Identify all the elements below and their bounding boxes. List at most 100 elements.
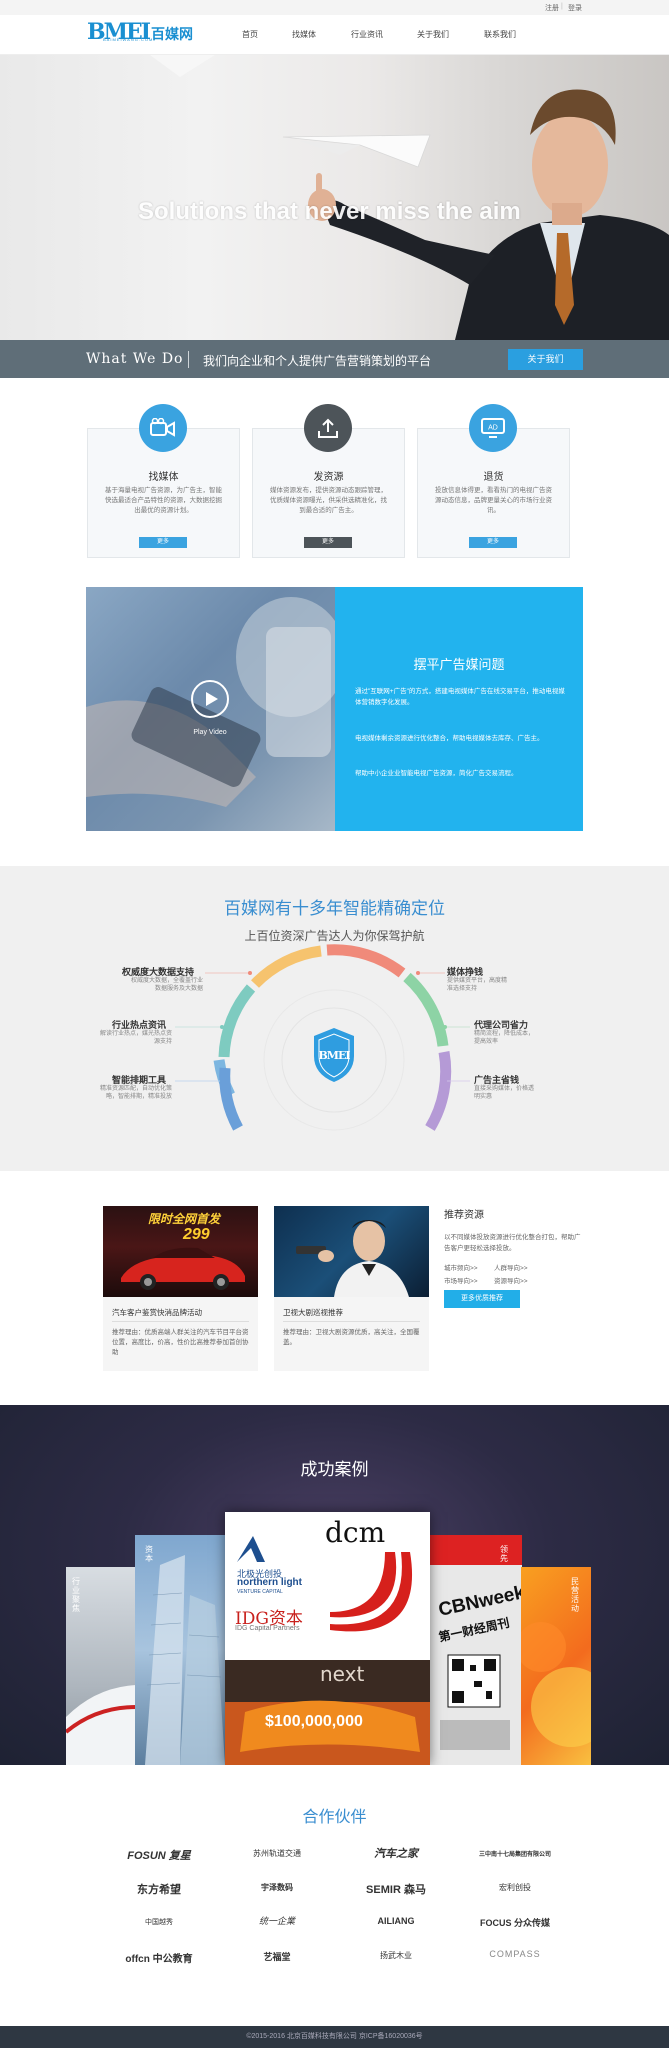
feature-desc-agency: 精简流程，降低成本，提高效率: [474, 1031, 535, 1045]
case-panel-buildings[interactable]: 资本: [135, 1535, 225, 1765]
partner-logo[interactable]: COMPASS: [455, 1949, 575, 1959]
positioning-ring-graphic: [175, 944, 470, 1131]
case-label: 民营活动: [571, 1577, 579, 1613]
register-link[interactable]: 注册: [545, 3, 559, 13]
partner-logo[interactable]: FOSUN 复星: [99, 1847, 219, 1863]
promo-banner-text: 限时全网首发: [148, 1212, 221, 1226]
idg-subtitle: IDG Capital Partners: [235, 1625, 300, 1632]
play-video-label: Play Video: [193, 729, 227, 736]
problem-paragraph-1: 通过"互联网+广告"的方式，搭建电视媒体广告在线交易平台，推动电视媒体营销数字化…: [355, 688, 565, 706]
video-camera-icon: [139, 404, 187, 452]
upload-icon: [304, 404, 352, 452]
case-panel-cbn[interactable]: CBNweek 第一财经周刊 领先: [430, 1535, 522, 1765]
partners-title: 合作伙伴: [302, 1807, 367, 1826]
case-label: 资本: [145, 1545, 153, 1563]
recommend-image-car: 限时全网首发 299: [103, 1206, 258, 1297]
more-button-return[interactable]: 更多: [469, 537, 517, 548]
service-title-find-media: 找媒体: [148, 472, 179, 483]
more-button-find-media[interactable]: 更多: [139, 537, 187, 548]
nav-home[interactable]: 首页: [242, 29, 258, 40]
service-desc-return: 投放信息体得更，看看热门的电视广告资源动态信息，品牌更量关心的市场行业资讯。: [435, 487, 552, 514]
recommend-desc-drama: 推荐理由：卫视大剧资源优质，高关注，全国覆盖。: [283, 1329, 420, 1346]
link-market[interactable]: 市场导向>>: [444, 1275, 478, 1285]
feature-desc-media-earn: 提供媒资平台，高度精准选择支持: [447, 978, 508, 992]
partner-logo[interactable]: 中国越秀: [99, 1917, 219, 1927]
feature-desc-big-data: 权威度大数据，全覆盖行业数据服务及大数据: [130, 978, 203, 992]
partner-logo[interactable]: 宇泽数码: [217, 1882, 337, 1893]
case-panel-featured[interactable]: dcm 北极光创投 northern light VENTURE CAPITAL…: [225, 1512, 430, 1765]
separator: |: [561, 3, 563, 10]
feature-desc-scheduling: 精准资源匹配，自动优化策略，智能排期，精准投放: [99, 1086, 172, 1100]
partner-logo[interactable]: AILIANG: [336, 1916, 456, 1926]
video-player[interactable]: Play Video: [86, 587, 335, 831]
play-button[interactable]: [191, 680, 229, 718]
service-desc-publish: 媒体资源发布，提供资源动态跟踪管理，优质媒体资源曝光，供采供选精准化，找到最合适…: [270, 487, 387, 514]
case-label: 行业聚焦: [72, 1577, 80, 1613]
what-we-do-description: 我们向企业和个人提供广告营销策划的平台: [203, 354, 432, 368]
ad-display-icon: AD: [469, 404, 517, 452]
link-city[interactable]: 城市频向>>: [444, 1262, 478, 1272]
partner-logo[interactable]: 艺福堂: [217, 1950, 337, 1963]
promo-price: 299: [183, 1226, 210, 1243]
partner-logo[interactable]: 苏州轨道交通: [217, 1848, 337, 1859]
play-icon: [206, 692, 218, 706]
about-us-button[interactable]: 关于我们: [508, 349, 583, 370]
partner-logo[interactable]: 扬武木业: [336, 1950, 456, 1961]
partner-logo[interactable]: 汽车之家: [336, 1845, 456, 1861]
partner-logo[interactable]: FOCUS 分众传媒: [455, 1916, 575, 1929]
hero-banner: Solutions that never miss the aim: [0, 55, 669, 340]
more-recommend-button[interactable]: 更多优质推荐: [444, 1290, 520, 1308]
partner-logo[interactable]: SEMIR 森马: [336, 1881, 456, 1897]
logo-text: 百媒网: [151, 26, 194, 42]
login-link[interactable]: 登录: [568, 3, 582, 13]
recommend-desc-auto: 推荐理由：优质高端人群关注的汽车节目平台资位置，高度比，价高，性价比高推荐参加首…: [112, 1329, 249, 1356]
northern-light-sub: VENTURE CAPITAL: [237, 1589, 283, 1595]
success-cases-section: 成功案例 行业聚焦 资本 CBNweek 第一财经周刊 领先 民营活动 dcm …: [0, 1405, 669, 1765]
recommend-card-drama[interactable]: 卫视大剧巡视推荐 推荐理由：卫视大剧资源优质，高关注，全国覆盖。: [274, 1206, 429, 1371]
divider: [112, 1321, 249, 1322]
problem-paragraph-2: 电视媒体剩余资源进行优化整合，帮助电视媒体去库存、广告主。: [355, 735, 544, 742]
nav-industry-news[interactable]: 行业资讯: [351, 29, 383, 40]
partner-logo[interactable]: 统一企業: [217, 1914, 337, 1927]
problem-title: 摆平广告媒问题: [413, 657, 505, 672]
partner-logo[interactable]: offcn 中公教育: [99, 1950, 219, 1965]
service-title-return: 退货: [483, 472, 504, 483]
case-panel-orange[interactable]: 民营活动: [521, 1567, 591, 1765]
link-audience[interactable]: 人群导向>>: [494, 1262, 528, 1272]
recommend-image-drama: [274, 1206, 429, 1297]
northern-light-en: northern light: [237, 1577, 302, 1588]
divider: [188, 351, 189, 368]
recommend-card-auto[interactable]: 限时全网首发 299 汽车客户鉴赏快消品牌活动 推荐理由：优质高端人群关注的汽车…: [103, 1206, 258, 1371]
positioning-section: 百媒网有十多年智能精确定位 上百位资深广告达人为你保驾护航 BMEI 权威度大数…: [0, 866, 669, 1171]
nav-find-media[interactable]: 找媒体: [292, 29, 316, 40]
svg-text:AD: AD: [488, 425, 498, 432]
problem-panel: 摆平广告媒问题 通过"互联网+广告"的方式，搭建电视媒体广告在线交易平台，推动电…: [335, 587, 583, 831]
case-panel-train[interactable]: 行业聚焦: [66, 1567, 136, 1765]
logo-subtitle: BAIMEIWANG.COM: [103, 37, 154, 42]
cases-title: 成功案例: [300, 1460, 369, 1479]
nav-contact[interactable]: 联系我们: [484, 29, 516, 40]
hero-title: Solutions that never miss the aim: [138, 198, 521, 225]
partner-logo[interactable]: 东方希望: [99, 1881, 219, 1897]
more-button-publish[interactable]: 更多: [304, 537, 352, 548]
service-title-publish: 发资源: [313, 472, 344, 483]
partner-logo[interactable]: 宏利创投: [455, 1882, 575, 1893]
next-logo: next: [320, 1662, 365, 1686]
partner-logo[interactable]: 三中南十七局集团有限公司: [455, 1849, 575, 1858]
what-we-do-label: What We Do: [86, 351, 184, 367]
link-resource[interactable]: 资源导向>>: [494, 1275, 528, 1285]
dcm-logo: dcm: [325, 1516, 386, 1549]
site-footer: ©2015-2016 北京百媒科技有限公司 京ICP备16020036号: [0, 2026, 669, 2048]
nav-about[interactable]: 关于我们: [417, 29, 449, 40]
feature-desc-hot-news: 解读行业热点，媒光热点资源支持: [99, 1031, 172, 1045]
recommend-caption-auto: 汽车客户鉴赏快消品牌活动: [112, 1308, 202, 1317]
case-label: 领先: [500, 1545, 508, 1563]
recommend-caption-drama: 卫视大剧巡视推荐: [283, 1308, 343, 1317]
shield-badge: BMEI: [318, 1049, 350, 1062]
problem-paragraph-3: 帮助中小企业业智能电视广告资源，简化广告交易流程。: [355, 770, 518, 777]
what-we-do-strip: What We Do 我们向企业和个人提供广告营销策划的平台 关于我们: [0, 340, 669, 378]
funding-amount: $100,000,000: [265, 1713, 363, 1730]
recommend-intro: 以不同媒体投放资源进行优化整合打包，帮助广告客户更轻松选择投放。: [444, 1234, 581, 1252]
feature-desc-advertiser: 直接采购媒体，价格透明实惠: [474, 1086, 535, 1100]
divider: [283, 1321, 420, 1322]
